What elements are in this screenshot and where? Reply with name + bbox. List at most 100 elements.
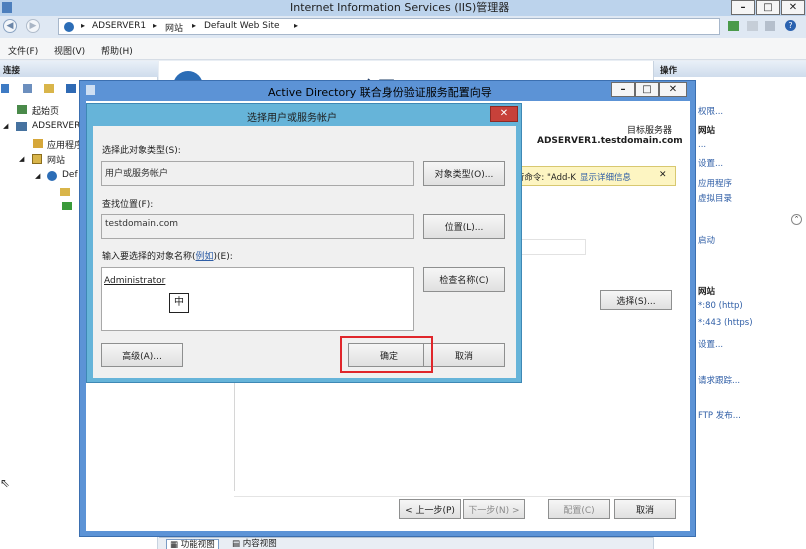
tab-features-label: 功能视图 [180,540,215,549]
menu-file[interactable]: 文件(F) [8,44,38,57]
action-browse-443[interactable]: *:443 (https) [698,318,753,328]
globe-icon [64,22,74,32]
warning-banner: 预先所需条件检查后结果显示: 运行命令: "Add-K... 显示详细信息 ✕ [510,166,676,186]
target-server-value: ADSERVER1.testdomain.com [537,136,683,146]
start-page-icon [17,105,27,114]
breadcrumb-sep: ▸ [153,21,158,30]
action-start[interactable]: 启动 [698,234,715,246]
address-bar-row: ◀ ▶ ▸ ADSERVER1 ▸ 网站 ▸ Default Web Site … [0,16,806,38]
home-icon[interactable] [765,21,775,31]
wizard-select-button[interactable]: 选择(S)... [600,290,672,310]
folder-icon [60,188,70,196]
expand-icon[interactable]: ◢ [35,172,40,180]
wizard-prev-button[interactable]: < 上一步(P) [399,499,461,519]
action-virtual-dirs[interactable]: 虚拟目录 [698,192,732,204]
actions-collapse-icon[interactable]: ⌃ [791,214,802,225]
object-name-textarea[interactable]: Administrator 中 [101,267,414,331]
target-server-label: 目标服务器 [627,126,673,136]
sites-folder-icon [32,154,42,164]
breadcrumb-default-site[interactable]: Default Web Site [204,21,280,31]
wizard-app-icon [86,85,95,95]
action-permissions[interactable]: 权限... [698,105,723,117]
tab-content-label: 内容视图 [242,539,277,549]
close-button[interactable]: ✕ [781,0,805,15]
wizard-next-button[interactable]: 下一步(N) > [463,499,525,519]
wizard-footer-divider [234,496,690,497]
expand-icon[interactable]: ◢ [19,155,24,163]
tree-sites[interactable]: 网站 [47,153,65,166]
address-field[interactable]: ▸ ADSERVER1 ▸ 网站 ▸ Default Web Site ▸ [58,18,720,35]
dialog-close-button[interactable]: ✕ [490,106,518,122]
action-advanced-settings[interactable]: 设置... [698,338,723,350]
ime-indicator[interactable]: 中 [169,293,189,313]
globe-icon [47,171,57,181]
breadcrumb-sep: ▸ [192,21,197,30]
connect-icon[interactable] [1,84,9,93]
action-failed-request-tracing[interactable]: 请求跟踪... [698,374,740,386]
object-types-button[interactable]: 对象类型(O)... [423,161,505,186]
tree-default-site[interactable]: Def [62,170,78,180]
wizard-close-button[interactable]: ✕ [659,82,687,97]
back-arrow-icon[interactable]: ◀ [3,19,17,33]
tree-server[interactable]: ADSERVER [32,121,80,131]
help-icon[interactable]: ? [785,20,796,31]
locations-button[interactable]: 位置(L)... [423,214,505,239]
expand-icon[interactable]: ◢ [3,122,8,130]
dialog-body: 选择此对象类型(S): 用户或服务帐户 对象类型(O)... 查找位置(F): … [93,126,516,378]
action-applications[interactable]: 应用程序 [698,177,732,189]
object-type-label: 选择此对象类型(S): [102,146,181,156]
wizard-titlebar: Active Directory 联合身份验证服务配置向导 – □ ✕ [80,81,695,100]
menu-view[interactable]: 视图(V) [54,44,85,57]
tree-start-page[interactable]: 起始页 [32,104,59,117]
actions-header: 操作 [654,61,806,77]
mail-icon[interactable] [747,21,758,31]
forward-arrow-icon[interactable]: ▶ [26,19,40,33]
check-names-button[interactable]: 检查名称(C) [423,267,505,292]
breadcrumb-server[interactable]: ADSERVER1 [92,21,146,31]
location-label: 查找位置(F): [102,200,154,210]
save-icon[interactable] [23,84,32,93]
window-title: Internet Information Services (IIS)管理器 [290,1,510,14]
dialog-titlebar: 选择用户或服务帐户 ✕ [87,104,521,125]
action-ftp-publish[interactable]: FTP 发布... [698,409,741,421]
breadcrumb-sep: ▸ [294,21,299,30]
wizard-configure-button[interactable]: 配置(C) [548,499,610,519]
app-icon [2,2,12,13]
minimize-button[interactable]: – [731,0,755,15]
cancel-button[interactable]: 取消 [423,343,505,367]
tree-app-pools[interactable]: 应用程序 [47,138,83,151]
enter-object-label: 输入要选择的对象名称(例如)(E): [102,252,233,262]
advanced-button[interactable]: 高级(A)... [101,343,183,367]
menu-help[interactable]: 帮助(H) [101,44,133,57]
folder-icon[interactable] [44,84,54,93]
tab-content-view[interactable]: ▤ 内容视图 [229,539,280,549]
object-name-value: Administrator [104,276,166,286]
folder-icon [62,202,72,210]
wizard-sidebar-divider [234,381,235,491]
tab-features-view[interactable]: ▦ 功能视图 [166,539,219,549]
wizard-maximize-button[interactable]: □ [635,82,659,97]
ok-highlight-box [340,336,433,373]
actions-section-site: 网站 [698,126,716,136]
mouse-cursor-icon: ⇖ [0,476,11,490]
action-bindings[interactable]: 设置... [698,157,723,169]
breadcrumb-sep: ▸ [81,21,86,30]
maximize-button[interactable]: □ [756,0,780,15]
examples-link[interactable]: 例如 [196,252,214,262]
menu-bar: 文件(F) 视图(V) 帮助(H) [0,38,806,60]
actions-section-browse: 网站 [698,287,716,297]
view-tabs: ▦ 功能视图 ▤ 内容视图 [159,537,653,549]
show-details-link[interactable]: 显示详细信息 [580,171,631,183]
action-ellipsis[interactable]: ... [698,140,706,150]
connection-icon[interactable] [66,84,76,93]
location-field: testdomain.com [101,214,414,239]
warning-close-icon[interactable]: ✕ [659,170,667,180]
select-user-dialog: 选择用户或服务帐户 ✕ 选择此对象类型(S): 用户或服务帐户 对象类型(O).… [86,103,522,383]
wizard-minimize-button[interactable]: – [611,82,635,97]
action-browse-80[interactable]: *:80 (http) [698,301,743,311]
dialog-title: 选择用户或服务帐户 [247,113,337,124]
breadcrumb-sites[interactable]: 网站 [165,21,183,34]
wizard-cancel-button[interactable]: 取消 [614,499,676,519]
main-titlebar: Internet Information Services (IIS)管理器 –… [0,0,806,16]
toolbar-icon[interactable] [728,21,739,31]
